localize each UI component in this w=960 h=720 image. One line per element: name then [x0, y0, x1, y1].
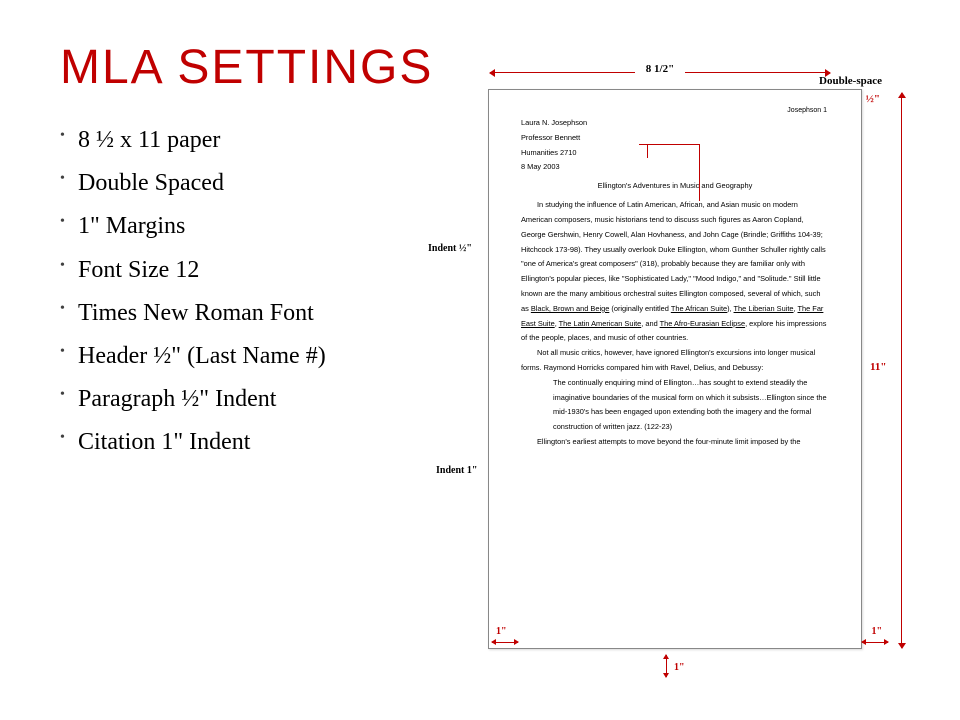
margin-bottom-arrow-icon — [666, 655, 667, 677]
double-space-label: Double-space — [819, 75, 882, 87]
margin-right-arrow-icon — [862, 642, 888, 643]
paragraph-1: In studying the influence of Latin Ameri… — [521, 198, 829, 346]
underlined-title: The African Suite — [671, 304, 727, 313]
width-dimension: 8 1/2" — [490, 65, 830, 81]
professor-name: Professor Bennett — [521, 131, 829, 146]
underlined-title: Black, Brown and Beige — [531, 304, 609, 313]
height-dimension: 11" — [894, 93, 910, 648]
bullet-item: Double Spaced — [60, 168, 440, 199]
bullet-item: Header ½" (Last Name #) — [60, 341, 440, 372]
mla-heading-block: Laura N. Josephson Professor Bennett Hum… — [521, 116, 829, 175]
paragraph-3: Ellington's earliest attempts to move be… — [521, 435, 829, 450]
p1-text: (originally entitled — [609, 304, 671, 313]
bullet-item: Citation 1" Indent — [60, 427, 440, 458]
bullet-item: Font Size 12 — [60, 255, 440, 286]
margin-left-label: 1" — [496, 626, 507, 637]
margin-right-label: 1" — [871, 626, 882, 637]
p1-text: In studying the influence of Latin Ameri… — [521, 200, 826, 313]
paragraph-2: Not all music critics, however, have ign… — [521, 346, 829, 376]
width-label: 8 1/2" — [490, 63, 830, 75]
p1-text: , and — [641, 319, 659, 328]
arrow-vertical-icon — [901, 93, 902, 648]
student-name: Laura N. Josephson — [521, 116, 829, 131]
bullet-item: 8 ½ x 11 paper — [60, 125, 440, 156]
indent-one-label: Indent 1" — [436, 465, 477, 476]
indent-half-label: Indent ½" — [428, 243, 472, 254]
content-row: 8 ½ x 11 paper Double Spaced 1" Margins … — [60, 125, 910, 471]
mla-diagram: 8 1/2" Double-space 11" ½" 1" Indent ½" … — [450, 65, 910, 685]
underlined-title: The Liberian Suite — [734, 304, 794, 313]
underlined-title: The Afro-Eurasian Eclipse — [660, 319, 745, 328]
margin-bottom-label: 1" — [674, 662, 685, 673]
slide: MLA SETTINGS 8 ½ x 11 paper Double Space… — [0, 0, 960, 720]
bullet-item: Times New Roman Font — [60, 298, 440, 329]
margin-left-arrow-icon — [492, 642, 518, 643]
bullet-list: 8 ½ x 11 paper Double Spaced 1" Margins … — [60, 125, 440, 459]
paper-date: 8 May 2003 — [521, 160, 829, 175]
block-quote: The continually enquiring mind of Elling… — [553, 376, 829, 435]
course-name: Humanities 2710 — [521, 146, 829, 161]
bullet-item: Paragraph ½" Indent — [60, 384, 440, 415]
bullet-column: 8 ½ x 11 paper Double Spaced 1" Margins … — [60, 125, 440, 471]
sample-page: Josephson 1 Laura N. Josephson Professor… — [488, 89, 862, 649]
arrow-right-icon — [685, 72, 830, 73]
bullet-item: 1" Margins — [60, 211, 440, 242]
half-inch-label: ½" — [866, 93, 880, 105]
underlined-title: The Latin American Suite — [559, 319, 642, 328]
diagram-column: 8 1/2" Double-space 11" ½" 1" Indent ½" … — [460, 125, 910, 471]
height-label: 11" — [870, 361, 887, 373]
